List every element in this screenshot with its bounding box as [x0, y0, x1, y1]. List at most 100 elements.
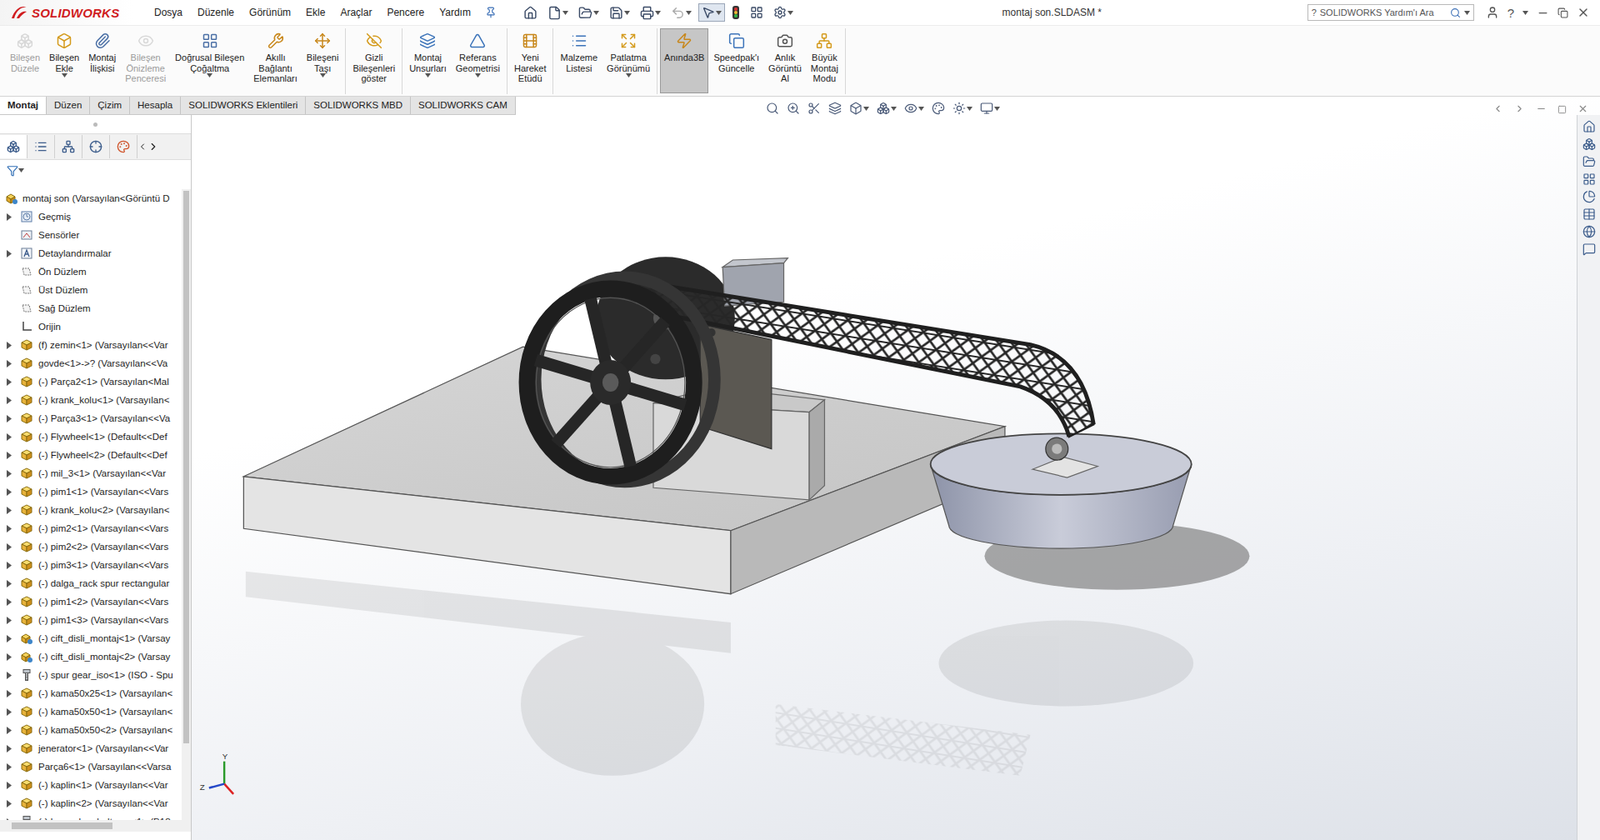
expand-arrow[interactable] — [3, 559, 15, 571]
tree-root[interactable]: montaj son (Varsayılan<Görüntü D — [0, 189, 182, 208]
tree-item[interactable]: (-) pim2<1> (Varsayılan<<Vars — [0, 519, 182, 538]
task-pane-icon[interactable] — [1582, 225, 1596, 239]
expand-arrow-icon[interactable] — [6, 415, 12, 423]
undo-button[interactable] — [667, 3, 695, 23]
panel-scroll-right-icon[interactable] — [147, 140, 160, 153]
expand-arrow[interactable] — [3, 375, 15, 388]
expand-arrow[interactable] — [3, 614, 15, 626]
select-button[interactable] — [698, 3, 725, 22]
expand-arrow-icon[interactable] — [6, 470, 12, 478]
dropdown-caret-icon[interactable] — [715, 10, 722, 15]
ribbon-button[interactable]: Anında3B — [660, 28, 709, 94]
ribbon-button[interactable]: PatlatmaGörünümü — [602, 28, 655, 94]
task-pane-icon[interactable] — [1582, 207, 1596, 221]
tree-vertical-scrollbar[interactable] — [181, 189, 191, 820]
tree-item[interactable]: (-) pim2<2> (Varsayılan<<Vars — [0, 537, 182, 556]
tree-item[interactable]: Sağ Düzlem — [0, 299, 182, 318]
view-tool-caret-icon[interactable] — [918, 106, 925, 111]
expand-arrow[interactable] — [3, 760, 15, 773]
expand-arrow-icon[interactable] — [6, 708, 12, 716]
expand-arrow[interactable] — [3, 247, 15, 260]
rebuild-button[interactable] — [728, 2, 744, 23]
expand-arrow[interactable] — [3, 504, 15, 516]
expand-arrow[interactable] — [3, 357, 15, 370]
expand-arrow-icon[interactable] — [6, 360, 12, 368]
expand-arrow-icon[interactable] — [6, 451, 12, 460]
tree-item[interactable]: (-) kama50x50<2> (Varsayılan< — [0, 720, 182, 740]
task-pane-icon[interactable] — [1582, 190, 1596, 204]
tree-horizontal-scrollbar[interactable] — [0, 820, 191, 832]
ribbon-dropdown-icon[interactable] — [206, 73, 213, 78]
file-properties-button[interactable] — [746, 3, 767, 22]
viewport-close-icon[interactable] — [1577, 103, 1589, 115]
tree-item[interactable]: (-) pim1<2> (Varsayılan<<Vars — [0, 592, 182, 611]
expand-arrow-icon[interactable] — [6, 213, 12, 221]
menu-item[interactable]: Ekle — [298, 4, 333, 21]
expand-arrow-icon[interactable] — [6, 580, 12, 588]
view-tool-button[interactable] — [765, 101, 780, 115]
restore-icon[interactable] — [1557, 7, 1569, 19]
view-tool-button[interactable] — [904, 101, 925, 115]
view-tool-button[interactable] — [807, 101, 821, 115]
ribbon-button[interactable]: AnlıkGörüntüAl — [764, 28, 806, 94]
menu-item[interactable]: Araçlar — [332, 4, 380, 21]
expand-arrow[interactable] — [3, 430, 15, 443]
viewport-maximize-icon[interactable] — [1557, 105, 1567, 115]
tree-item[interactable]: Ön Düzlem — [0, 262, 182, 281]
tree-item[interactable]: (-) Flywheel<1> (Default<<Def — [0, 427, 182, 446]
ribbon-button[interactable]: BileşenEkle — [45, 28, 84, 94]
tree-item[interactable]: (f) zemin<1> (Varsayılan<<Var — [0, 335, 182, 355]
expand-arrow-icon[interactable] — [6, 341, 12, 350]
dropdown-caret-icon[interactable] — [787, 10, 794, 15]
expand-arrow[interactable] — [3, 687, 15, 700]
menu-item[interactable]: Dosya — [146, 4, 190, 21]
tree-item[interactable]: Sensörler — [0, 225, 182, 245]
expand-arrow[interactable] — [3, 412, 15, 425]
ribbon-button[interactable]: Speedpak'ıGüncelle — [709, 28, 764, 94]
viewport-minimize-icon[interactable] — [1535, 103, 1547, 115]
tree-item[interactable]: (-) cift_disli_montaj<2> (Varsay — [0, 647, 182, 666]
tree-filter[interactable] — [0, 160, 191, 181]
tree-item[interactable]: (-) pim1<3> (Varsayılan<<Vars — [0, 610, 182, 630]
ribbon-dropdown-icon[interactable] — [625, 73, 632, 78]
expand-arrow[interactable] — [3, 742, 15, 755]
dropdown-caret-icon[interactable] — [593, 10, 600, 15]
ribbon-dropdown-icon[interactable] — [425, 73, 431, 78]
tree-item[interactable]: (-) Flywheel<2> (Default<<Def — [0, 445, 182, 465]
view-tool-button[interactable] — [980, 101, 1000, 115]
expand-arrow-icon[interactable] — [6, 781, 12, 790]
print-button[interactable] — [636, 3, 665, 23]
expand-arrow-icon[interactable] — [6, 800, 12, 808]
expand-arrow-icon[interactable] — [6, 671, 12, 680]
view-tool-button[interactable] — [876, 101, 897, 115]
tree-item[interactable]: jenerator<1> (Varsayılan<<Var — [0, 739, 182, 758]
options-button[interactable] — [770, 3, 797, 22]
tree-item[interactable]: (-) spur gear_iso<1> (ISO - Spu — [0, 665, 182, 685]
menu-item[interactable]: Görünüm — [241, 4, 299, 21]
search-icon[interactable] — [1450, 7, 1461, 19]
view-tool-button[interactable] — [786, 101, 800, 115]
view-tool-button[interactable] — [828, 101, 842, 115]
panel-tab[interactable] — [110, 135, 138, 159]
expand-arrow-icon[interactable] — [6, 726, 12, 735]
ribbon-button[interactable]: BileşenDüzele — [5, 28, 45, 94]
expand-arrow-icon[interactable] — [6, 690, 12, 698]
expand-arrow[interactable] — [3, 467, 15, 480]
expand-arrow[interactable] — [3, 705, 15, 718]
tree-item[interactable]: govde<1>->? (Varsayılan<<Va — [0, 354, 182, 373]
tree-item[interactable]: (-) pim3<1> (Varsayılan<<Vars — [0, 555, 182, 575]
tree-item[interactable]: (-) kaplin<2> (Varsayılan<<Var — [0, 794, 182, 813]
tree-item[interactable]: (-) cift_disli_montaj<1> (Varsay — [0, 629, 182, 648]
menu-item[interactable]: Düzenle — [190, 4, 242, 21]
expand-arrow[interactable] — [3, 522, 15, 535]
collapse-right-icon[interactable] — [1514, 103, 1525, 115]
front-flywheel[interactable] — [526, 277, 715, 482]
expand-arrow-icon[interactable] — [6, 635, 12, 643]
ribbon-dropdown-icon[interactable] — [320, 73, 326, 78]
ribbon-dropdown-icon[interactable] — [61, 73, 68, 78]
task-pane-icon[interactable] — [1582, 120, 1596, 134]
save-button[interactable] — [605, 3, 634, 23]
view-tool-caret-icon[interactable] — [966, 106, 973, 111]
expand-arrow[interactable] — [3, 577, 15, 590]
command-tab[interactable]: Hesapla — [130, 96, 181, 115]
